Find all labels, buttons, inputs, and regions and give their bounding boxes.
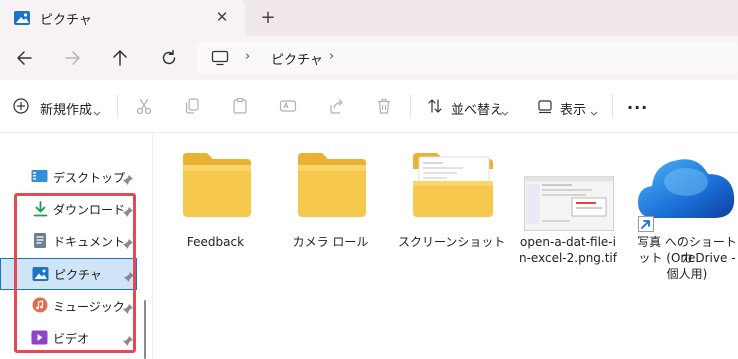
item-label: Feedback (186, 235, 245, 249)
monitor-icon (211, 50, 229, 66)
new-button[interactable]: 新規作成 (40, 99, 92, 118)
sidebar-scrollbar[interactable] (144, 300, 146, 359)
file-list: Feedback カメラ ロール スクリーンショット open-a-dat-fi… (153, 133, 738, 359)
folder-icon (181, 149, 253, 219)
new-plus-icon[interactable] (13, 98, 29, 114)
title-bar: ピクチャ ✕ + (0, 0, 738, 36)
item-label: スクリーンショット (398, 235, 506, 249)
sidebar-item-label: デスクトップ (53, 171, 126, 185)
shortcut-item[interactable]: 写真 へのショートカ ット (OneDrive - 個人用) (636, 146, 738, 286)
sidebar-item-desktop[interactable]: デスクトップ (0, 162, 136, 192)
paste-icon[interactable] (231, 97, 249, 115)
breadcrumb-chevron[interactable]: › (329, 49, 334, 64)
more-options-button[interactable]: ... (627, 94, 648, 113)
delete-icon[interactable] (375, 97, 393, 115)
view-icon[interactable] (537, 98, 553, 114)
close-tab-button[interactable]: ✕ (213, 8, 231, 26)
shortcut-arrow-icon (638, 216, 654, 232)
view-button[interactable]: 表示 (560, 99, 586, 118)
item-label: カメラ ロール (292, 235, 369, 249)
highlight-annotation-box (14, 193, 136, 353)
folder-item[interactable]: Feedback (178, 146, 268, 266)
folder-icon (296, 149, 368, 219)
sort-icon[interactable] (427, 98, 443, 114)
divider (117, 94, 118, 118)
chevron-down-icon (501, 102, 509, 116)
chevron-down-icon (93, 102, 101, 116)
navigation-bar: › ピクチャ › (0, 36, 738, 80)
item-label-line2: ット (OneDrive - (638, 251, 736, 265)
divider (410, 94, 411, 118)
chevron-down-icon (590, 102, 598, 116)
picture-icon (13, 9, 31, 27)
new-tab-button[interactable]: + (256, 6, 280, 30)
up-arrow-icon[interactable] (106, 45, 134, 71)
item-label-line2: n-excel-2.png.tif (518, 251, 617, 265)
folder-item[interactable]: スクリーンショット (398, 146, 505, 266)
item-label-line1: open-a-dat-file-i (520, 235, 616, 249)
image-thumbnail (524, 176, 614, 231)
breadcrumb-separator: › (245, 49, 251, 64)
item-label-line3: 個人用) (666, 267, 708, 281)
back-arrow-icon[interactable] (11, 45, 39, 71)
cut-icon[interactable] (135, 97, 153, 115)
tab-title: ピクチャ (40, 13, 92, 28)
folder-preview-icon (411, 149, 495, 219)
forward-arrow-icon[interactable] (58, 45, 86, 71)
address-bar[interactable]: › ピクチャ › (197, 42, 738, 74)
sort-button[interactable]: 並べ替え (451, 99, 503, 118)
pin-icon (122, 171, 134, 185)
divider (612, 94, 613, 118)
command-bar: 新規作成 並べ替え 表示 ... (0, 80, 738, 133)
share-icon[interactable] (327, 97, 345, 115)
folder-item[interactable]: カメラ ロール (293, 146, 383, 266)
copy-icon[interactable] (183, 97, 201, 115)
desktop-icon (31, 169, 48, 184)
image-file-item[interactable]: open-a-dat-file-i n-excel-2.png.tif (519, 146, 621, 266)
rename-icon[interactable] (279, 97, 297, 115)
tab-pictures[interactable]: ピクチャ ✕ (0, 0, 245, 36)
breadcrumb-pictures[interactable]: ピクチャ (271, 49, 323, 68)
refresh-icon[interactable] (155, 45, 183, 71)
